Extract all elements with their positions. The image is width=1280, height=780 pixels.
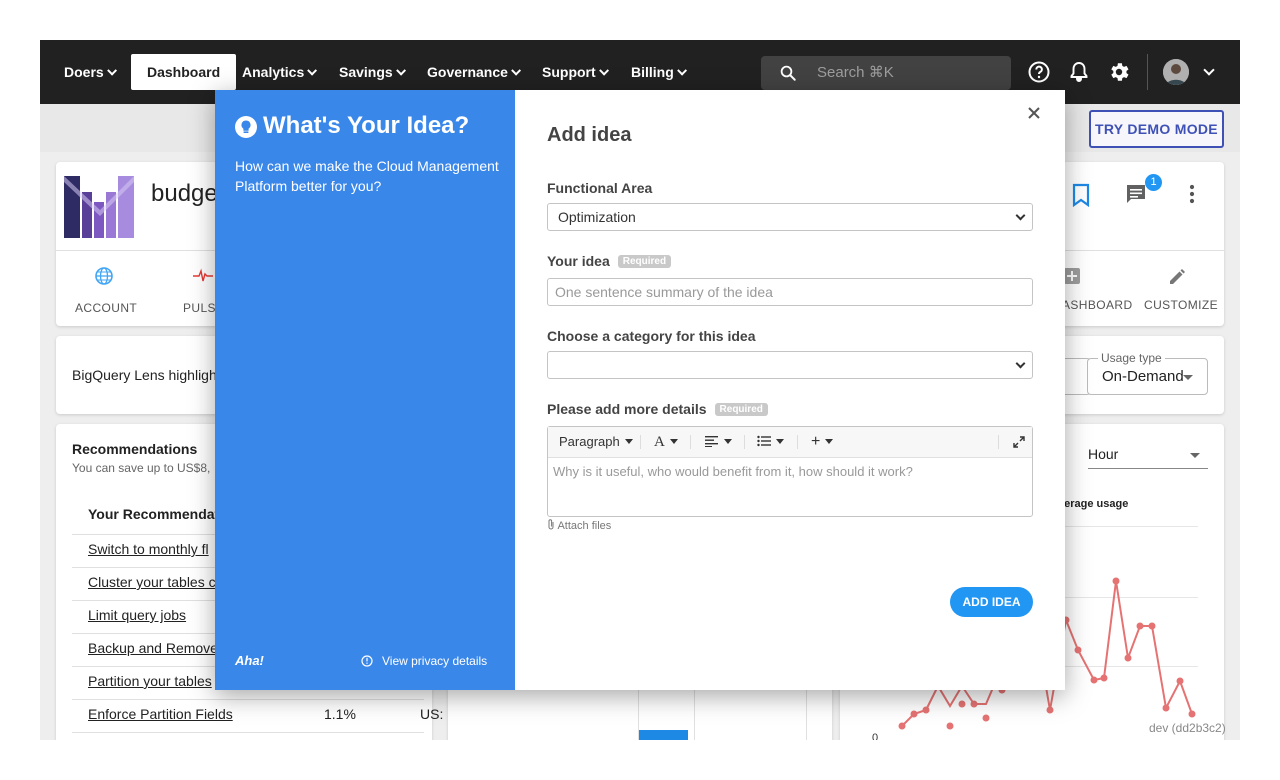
idea-summary-placeholder: One sentence summary of the idea [555, 284, 773, 300]
modal-overlay: What's Your Idea? How can we make the Cl… [0, 0, 1280, 780]
align-left-icon [705, 436, 718, 447]
attach-files-link[interactable]: Attach files [547, 519, 611, 532]
details-placeholder: Why is it useful, who would benefit from… [553, 464, 913, 479]
form-heading: Add idea [547, 124, 632, 146]
font-color-dropdown[interactable]: A [654, 427, 678, 457]
expand-icon[interactable] [1013, 436, 1025, 448]
add-idea-button[interactable]: ADD IDEA [950, 587, 1033, 617]
paragraph-style-dropdown[interactable]: Paragraph [559, 427, 633, 457]
category-label: Choose a category for this idea [547, 328, 756, 344]
bullet-list-icon [757, 435, 771, 447]
privacy-link[interactable]: View privacy details [382, 654, 487, 668]
list-dropdown[interactable] [757, 427, 784, 457]
add-idea-form: Add idea Functional Area Optimization Yo… [515, 90, 1065, 690]
idea-portal-panel: What's Your Idea? How can we make the Cl… [215, 90, 515, 690]
idea-summary-input[interactable]: One sentence summary of the idea [547, 278, 1033, 306]
paperclip-icon [548, 519, 554, 530]
toolbar-divider [998, 435, 999, 449]
chevron-down-icon [1015, 358, 1026, 369]
idea-portal-title: What's Your Idea? [263, 112, 470, 139]
required-badge: Required [617, 255, 672, 268]
details-label-text: Please add more details [547, 401, 707, 417]
toolbar-divider [797, 435, 798, 449]
toolbar-divider [744, 435, 745, 449]
aha-logo: Aha! [235, 653, 264, 668]
editor-toolbar: Paragraph A + [548, 427, 1032, 458]
chevron-down-icon [1015, 210, 1026, 221]
insert-dropdown[interactable]: + [811, 427, 834, 457]
idea-modal: What's Your Idea? How can we make the Cl… [215, 90, 1065, 690]
info-icon [361, 655, 373, 667]
lightbulb-icon [235, 116, 257, 138]
functional-area-label: Functional Area [547, 180, 653, 196]
close-icon[interactable] [1027, 106, 1041, 120]
idea-label-text: Your idea [547, 253, 610, 269]
idea-portal-subtitle: How can we make the Cloud Management Pla… [235, 158, 499, 194]
required-badge: Required [714, 403, 768, 416]
functional-area-value: Optimization [558, 209, 636, 225]
details-label: Please add more details Required [547, 401, 768, 417]
toolbar-divider [690, 435, 691, 449]
align-dropdown[interactable] [705, 427, 732, 457]
idea-label: Your idea Required [547, 253, 672, 269]
toolbar-divider [640, 435, 641, 449]
details-editor[interactable]: Paragraph A + Why is it useful, who woul… [547, 426, 1033, 517]
functional-area-select[interactable]: Optimization [547, 203, 1033, 231]
category-select[interactable] [547, 351, 1033, 379]
